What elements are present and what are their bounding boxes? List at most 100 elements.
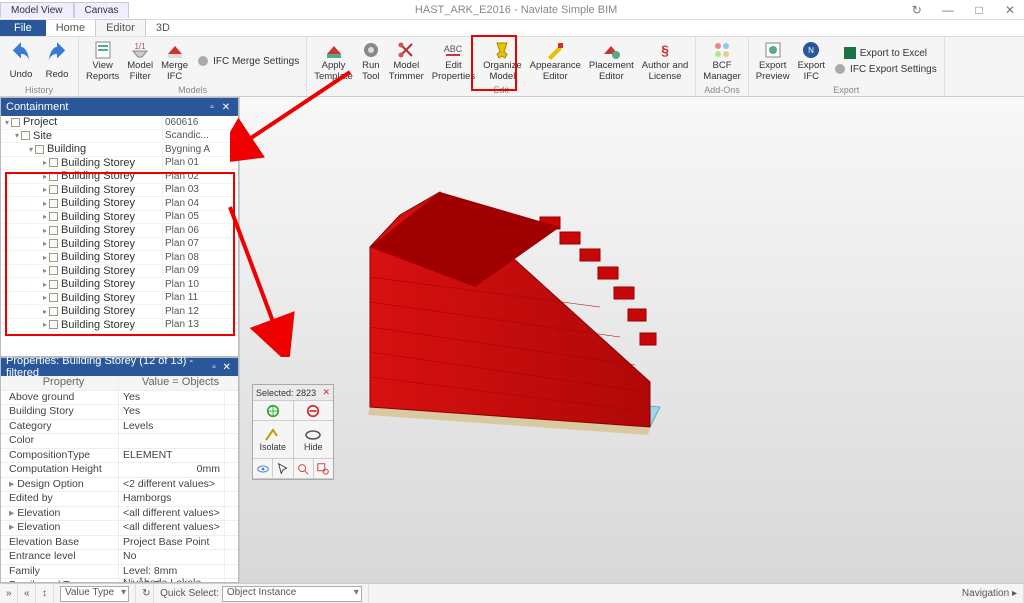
property-row[interactable]: ▸ Design Option<2 different values> [1,478,238,493]
tree-row[interactable]: ▸Building StoreyPlan 09 [1,265,238,279]
view-eye-icon[interactable] [253,459,273,479]
property-row[interactable]: CategoryLevels [1,420,238,435]
svg-text:1/1: 1/1 [135,42,147,51]
property-row[interactable]: Color [1,434,238,449]
run-tool-button[interactable]: Run Tool [357,40,385,82]
tree-row[interactable]: ▾Project060616 [1,116,238,130]
isolate-button[interactable]: Isolate [253,421,294,459]
hide-button[interactable]: Hide [294,421,334,459]
view-reports-button[interactable]: View Reports [82,40,123,82]
property-row[interactable]: Computation Height0mm [1,463,238,478]
tree-row[interactable]: ▾SiteScandic... [1,130,238,144]
tree-row[interactable]: ▸Building StoreyPlan 08 [1,251,238,265]
value-type-combo[interactable]: Value Type [60,586,129,602]
sb-expand-icon[interactable]: » [0,584,18,603]
tree-row[interactable]: ▸Building StoreyPlan 13 [1,319,238,333]
group-edit: Edit [310,85,692,96]
toptab-canvas[interactable]: Canvas [74,2,130,18]
property-row[interactable]: Edited byHamborgs [1,492,238,507]
property-row[interactable]: Family and TypeLevel: 8mm Nivåhode Lokal… [1,579,238,582]
selection-toolbox[interactable]: Selected: 2823✕ Isolate Hide [252,384,334,480]
prop-col-property[interactable]: Property [1,376,119,390]
containment-title: Containment [6,101,68,113]
property-row[interactable]: ▸ Elevation<all different values> [1,521,238,536]
tree-row[interactable]: ▾BuildingBygning A [1,143,238,157]
edit-properties-button[interactable]: ABCEdit Properties [428,40,479,82]
property-row[interactable]: Building StoryYes [1,405,238,420]
cursor-icon[interactable] [273,459,293,479]
maximize-icon[interactable]: □ [965,3,993,17]
close-panel-icon[interactable]: ✕ [219,102,233,113]
property-row[interactable]: ▸ Elevation<all different values> [1,507,238,522]
containment-tree[interactable]: ▾Project060616▾SiteScandic...▾BuildingBy… [1,116,238,356]
zoom-window-icon[interactable] [314,459,333,479]
toptab-modelview[interactable]: Model View [0,2,74,18]
app-title: HAST_ARK_E2016 - Naviate Simple BIM [129,4,902,16]
quick-select-label: Quick Select: [160,588,219,599]
ribbon: Undo Redo History View Reports 1/1Model … [0,37,1024,97]
group-models: Models [82,85,303,96]
export-excel-button[interactable]: Export to Excel [829,45,941,61]
property-row[interactable]: Elevation BaseProject Base Point [1,536,238,551]
tree-row[interactable]: ▸Building StoreyPlan 11 [1,292,238,306]
property-row[interactable]: Above groundYes [1,391,238,406]
author-license-button[interactable]: §Author and License [638,40,692,82]
pin-icon[interactable]: ▫ [205,102,219,113]
group-export: Export [752,85,941,96]
status-bar: » « ↕ Value Type ↻ Quick Select: Object … [0,583,1024,603]
tree-row[interactable]: ▸Building StoreyPlan 01 [1,157,238,171]
property-row[interactable]: CompositionTypeELEMENT [1,449,238,464]
ribbon-tabs: File Home Editor 3D [0,20,1024,37]
tab-file[interactable]: File [0,20,46,36]
tab-3d[interactable]: 3D [146,20,180,36]
organize-model-button[interactable]: Organize Model [479,40,526,82]
placement-editor-button[interactable]: Placement Editor [585,40,638,82]
tab-editor[interactable]: Editor [95,19,146,36]
tree-row[interactable]: ▸Building StoreyPlan 04 [1,197,238,211]
sync-icon[interactable]: ↻ [903,3,931,17]
select-similar-icon[interactable] [253,401,294,421]
svg-text:§: § [661,42,669,58]
apply-template-button[interactable]: Apply Template [310,40,357,82]
tree-row[interactable]: ▸Building StoreyPlan 05 [1,211,238,225]
quick-select-combo[interactable]: Object Instance [222,586,362,602]
export-ifc-button[interactable]: NExport IFC [794,40,829,82]
viewport-3d[interactable]: Selected: 2823✕ Isolate Hide [240,97,1024,583]
property-row[interactable]: Entrance levelNo [1,550,238,565]
zoom-extents-icon[interactable] [294,459,314,479]
merge-ifc-button[interactable]: Merge IFC [157,40,192,82]
property-row[interactable]: FamilyLevel: 8mm Nivåhode Lokale Koter [1,565,238,580]
tree-row[interactable]: ▸Building StoreyPlan 07 [1,238,238,252]
redo-button[interactable]: Redo [39,41,75,80]
tree-row[interactable]: ▸Building StoreyPlan 06 [1,224,238,238]
close-icon[interactable]: ✕ [996,3,1024,17]
bcf-manager-button[interactable]: BCF Manager [699,40,745,82]
ifc-merge-settings-button[interactable]: IFC Merge Settings [192,53,303,69]
model-filter-button[interactable]: 1/1Model Filter [123,40,157,82]
title-bar: Model View Canvas HAST_ARK_E2016 - Navia… [0,0,1024,20]
group-history: History [3,85,75,96]
tree-row[interactable]: ▸Building StoreyPlan 03 [1,184,238,198]
minimize-icon[interactable]: — [934,3,962,17]
navigation-button[interactable]: Navigation ▸ [956,584,1024,603]
pin-icon[interactable]: ▫ [208,362,221,373]
ifc-export-settings-button[interactable]: IFC Export Settings [829,61,941,77]
building-model [240,97,1024,583]
sb-sort-icon[interactable]: ↕ [36,584,54,603]
sb-collapse-icon[interactable]: « [18,584,36,603]
sb-refresh-icon[interactable]: ↻ [136,584,154,603]
appearance-editor-button[interactable]: Appearance Editor [526,40,585,82]
prop-col-value[interactable]: Value = Objects [119,376,238,390]
deselect-icon[interactable] [294,401,334,421]
undo-button[interactable]: Undo [3,41,39,80]
selected-label: Selected: [256,388,294,398]
model-trimmer-button[interactable]: Model Trimmer [385,40,428,82]
tree-row[interactable]: ▸Building StoreyPlan 10 [1,278,238,292]
tab-home[interactable]: Home [46,20,95,36]
properties-grid[interactable]: Above groundYesBuilding StoryYesCategory… [1,391,238,583]
export-preview-button[interactable]: Export Preview [752,40,794,82]
close-icon[interactable]: ✕ [322,387,330,398]
close-panel-icon[interactable]: ✕ [220,362,233,373]
tree-row[interactable]: ▸Building StoreyPlan 02 [1,170,238,184]
tree-row[interactable]: ▸Building StoreyPlan 12 [1,305,238,319]
